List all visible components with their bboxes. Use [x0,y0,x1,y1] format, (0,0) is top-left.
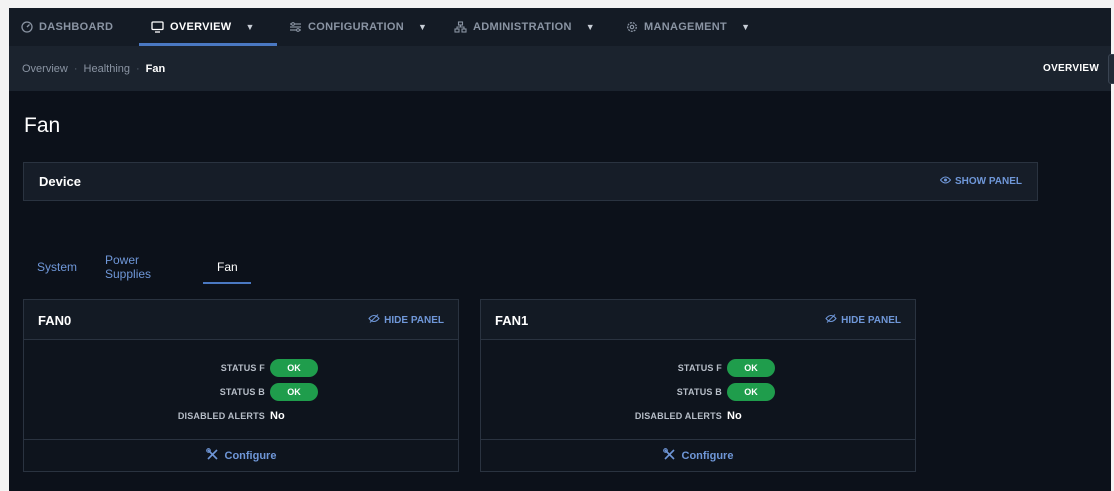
disabled-alerts-row: DISABLED ALERTS No [481,406,915,426]
status-b-label: STATUS B [219,387,265,397]
tab-fan[interactable]: Fan [217,250,238,284]
chevron-down-icon[interactable]: ▼ [586,22,595,32]
nav-item-dashboard[interactable]: DASHBOARD [21,8,113,46]
status-badge: OK [270,359,318,377]
window-frame-left [0,0,9,491]
status-b-row: STATUS B OK [481,382,915,402]
status-b-row: STATUS B OK [24,382,458,402]
breadcrumb-bar: Overview · Healthing · Fan OVERVIEW ‹ [9,46,1114,91]
disabled-alerts-value: No [270,410,285,422]
disabled-alerts-label: DISABLED ALERTS [177,411,265,421]
breadcrumb-item-overview[interactable]: Overview [22,63,68,75]
chevron-down-icon[interactable]: ▼ [741,22,750,32]
disabled-alerts-row: DISABLED ALERTS No [24,406,458,426]
status-badge: OK [727,359,775,377]
fan-card-header: FAN1 HIDE PANEL [481,300,915,340]
breadcrumb-item-current: Fan [145,62,166,75]
nav-item-management[interactable]: MANAGEMENT ▼ [626,8,750,46]
tab-power-supplies[interactable]: Power Supplies [105,250,151,284]
gear-icon [626,21,638,33]
disabled-alerts-label: DISABLED ALERTS [634,411,722,421]
configure-label: Configure [681,450,734,462]
breadcrumb-separator: · [136,62,140,75]
status-f-row: STATUS F OK [481,358,915,378]
breadcrumb-separator: · [73,62,78,75]
eye-icon [939,176,952,187]
top-navigation: DASHBOARD OVERVIEW ▼ CONFIGURATION ▼ ADM… [9,8,1111,46]
page-title: Fan [24,114,61,137]
eye-off-icon [825,314,837,326]
tab-system[interactable]: System [37,250,77,284]
chevron-down-icon[interactable]: ▼ [246,22,255,32]
menu-toggle-button[interactable]: ‹ [1108,54,1114,84]
fan-card-title: FAN0 [38,312,72,328]
tools-icon [662,448,676,464]
status-f-row: STATUS F OK [24,358,458,378]
nav-item-label: DASHBOARD [39,21,114,33]
nav-item-configuration[interactable]: CONFIGURATION ▼ [289,8,427,46]
nav-item-administration[interactable]: ADMINISTRATION ▼ [454,8,595,46]
monitor-icon [151,21,164,33]
overview-menu-button[interactable]: OVERVIEW [1043,46,1099,91]
chevron-down-icon[interactable]: ▼ [418,22,427,32]
active-tab-indicator [203,282,251,284]
hide-panel-button[interactable]: HIDE PANEL [825,300,901,340]
hide-panel-button[interactable]: HIDE PANEL [368,300,444,340]
nav-item-label: ADMINISTRATION [473,21,572,33]
network-icon [454,21,467,33]
status-b-label: STATUS B [676,387,722,397]
nav-item-overview[interactable]: OVERVIEW ▼ [151,8,255,46]
breadcrumb: Overview · Healthing · Fan [22,46,165,91]
configure-label: Configure [224,450,277,462]
tools-icon [205,448,219,464]
breadcrumb-item-healthing[interactable]: Healthing [84,63,130,75]
fan-card-title: FAN1 [495,312,529,328]
hide-panel-label: HIDE PANEL [384,314,444,326]
nav-item-label: OVERVIEW [170,21,232,33]
configure-button[interactable]: Configure [24,439,458,472]
dashboard-icon [21,21,33,33]
status-badge: OK [270,383,318,401]
fan-card-header: FAN0 HIDE PANEL [24,300,458,340]
fan-card-fan1: FAN1 HIDE PANEL STATUS F OK STATUS B OK … [480,299,916,472]
device-panel: Device SHOW PANEL [23,162,1038,201]
status-f-label: STATUS F [677,363,722,373]
show-panel-label: SHOW PANEL [954,176,1022,187]
device-panel-title: Device [39,174,81,189]
status-f-label: STATUS F [220,363,265,373]
nav-item-label: CONFIGURATION [308,21,404,33]
fan-card-fan0: FAN0 HIDE PANEL STATUS F OK STATUS B OK … [23,299,459,472]
configure-button[interactable]: Configure [481,439,915,472]
eye-off-icon [368,314,380,326]
hide-panel-label: HIDE PANEL [841,314,901,326]
show-panel-button[interactable]: SHOW PANEL [939,163,1022,200]
disabled-alerts-value: No [727,410,742,422]
window-frame-top [0,0,1114,8]
sliders-icon [289,21,302,33]
status-badge: OK [727,383,775,401]
nav-item-label: MANAGEMENT [644,21,728,33]
